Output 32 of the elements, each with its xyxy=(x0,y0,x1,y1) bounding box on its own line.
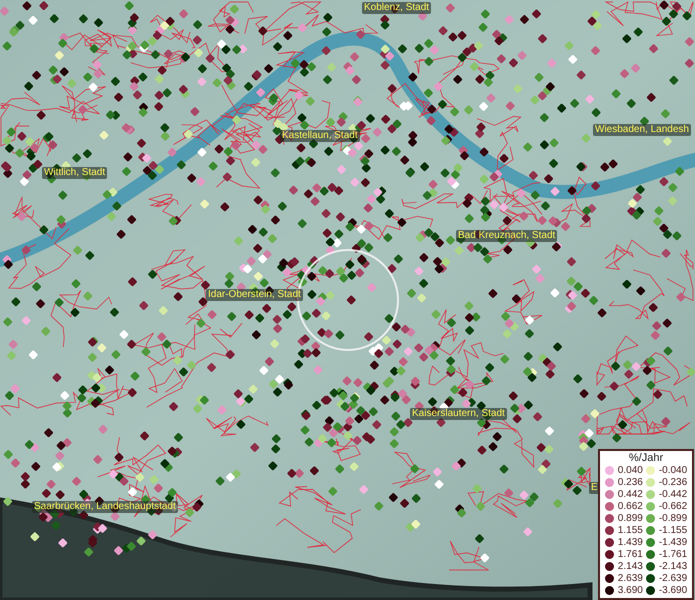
legend-value: 1.155 xyxy=(618,525,643,536)
legend-value: 0.442 xyxy=(618,489,643,500)
legend-title: %/Jahr xyxy=(628,452,664,465)
place-label: Bad Kreuznach, Stadt xyxy=(456,230,558,242)
legend-value: 0.899 xyxy=(618,513,643,524)
legend-value: -3.690 xyxy=(658,585,688,596)
place-label: Wittlich, Stadt xyxy=(42,167,108,179)
legend-value: 3.690 xyxy=(618,585,643,596)
legend-value: 2.143 xyxy=(618,561,643,572)
legend-value: -0.899 xyxy=(658,513,688,524)
legend-value: -1.439 xyxy=(658,537,688,548)
legend-value: 0.236 xyxy=(618,477,643,488)
legend-value: -2.143 xyxy=(658,561,688,572)
legend-value: -0.442 xyxy=(658,489,688,500)
place-label: Saarbrücken, Landeshauptstadt xyxy=(32,501,178,513)
legend-value: 1.761 xyxy=(618,549,643,560)
map-drawing[interactable] xyxy=(0,0,695,600)
legend-value: 0.662 xyxy=(618,501,643,512)
place-label: Kastellaun, Stadt xyxy=(280,130,360,142)
legend-value: 1.439 xyxy=(618,537,643,548)
legend-value: -0.662 xyxy=(658,501,688,512)
place-label: Kaiserslautern, Stadt xyxy=(410,408,507,420)
legend-value: -0.236 xyxy=(658,477,688,488)
legend-value: -1.155 xyxy=(658,525,688,536)
place-label: Wiesbaden, Landesh xyxy=(593,124,691,136)
place-label: Koblenz, Stadt xyxy=(362,2,432,14)
legend-value: -2.639 xyxy=(658,573,688,584)
legend-value: 0.040 xyxy=(618,465,643,476)
legend-value: 2.639 xyxy=(618,573,643,584)
legend-value: -1.761 xyxy=(658,549,688,560)
legend-value: -0.040 xyxy=(658,465,688,476)
place-label: Idar-Oberstein, Stadt xyxy=(206,289,303,301)
